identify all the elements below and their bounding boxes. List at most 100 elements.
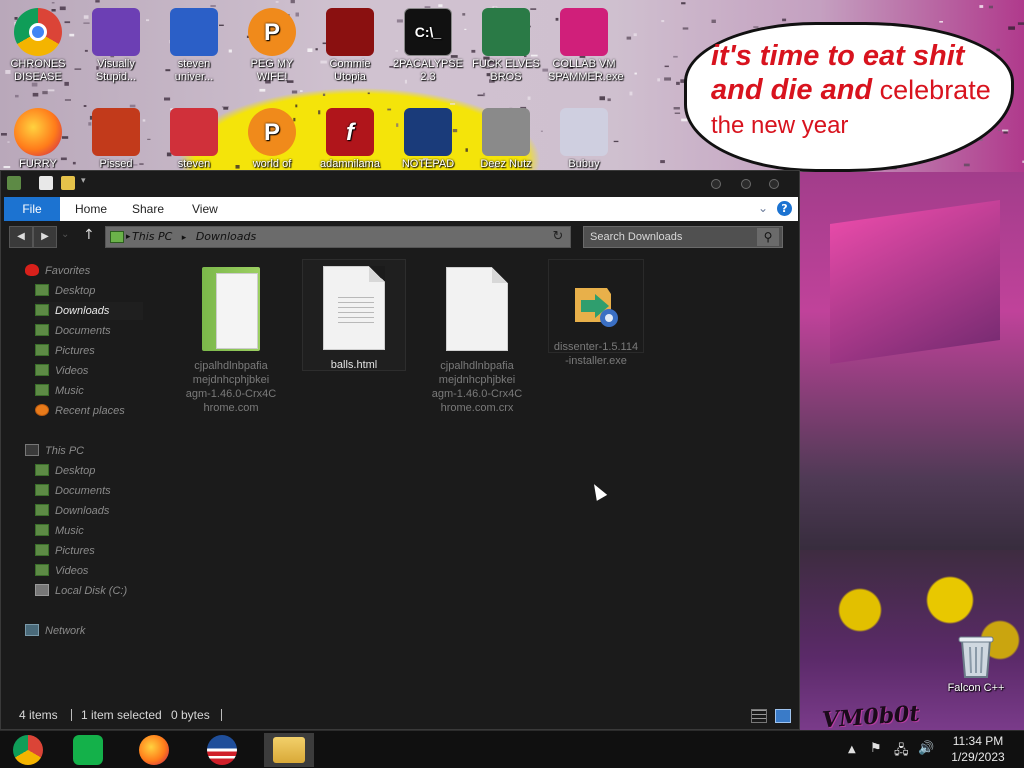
taskbar-app-notes[interactable] <box>62 733 114 767</box>
file-item[interactable]: balls.html <box>302 259 406 371</box>
maximize-button[interactable] <box>741 179 751 189</box>
tab-file[interactable]: File <box>4 197 60 221</box>
nav-label: Pictures <box>55 345 95 357</box>
desktop-icon[interactable]: P PEG MY WIFE! <box>236 8 308 84</box>
tab-share[interactable]: Share <box>132 197 164 221</box>
desktop-icon[interactable]: C:\_ 2PACALYPSE 2.3 <box>392 8 464 84</box>
visual-studio-icon <box>92 8 140 56</box>
recycle-bin[interactable]: Falcon C++ <box>940 632 1012 695</box>
desktop-icon[interactable]: FUCK ELVES BROS <box>470 8 542 84</box>
breadcrumb-chevron-icon[interactable]: ▸ <box>126 227 131 247</box>
forward-button[interactable]: ▶ <box>33 226 57 248</box>
new-folder-icon[interactable] <box>61 176 75 190</box>
desktop-icon[interactable]: Deez Nutz <box>470 108 542 170</box>
desktop-icon[interactable]: Pissed <box>80 108 152 170</box>
nav-thispc-videos[interactable]: Videos <box>35 562 143 580</box>
up-button[interactable]: ↑ <box>83 227 95 243</box>
taskbar-app-firefox[interactable] <box>128 733 180 767</box>
properties-icon[interactable] <box>39 176 53 190</box>
obama-logo-icon <box>207 735 237 765</box>
tab-home[interactable]: Home <box>75 197 107 221</box>
desktop-icon[interactable]: Bubuy <box>548 108 620 170</box>
desktop-icon-label: Bubuy <box>568 158 600 170</box>
flag-icon[interactable]: ⚑ <box>870 741 882 756</box>
nav-this-pc[interactable]: This PC <box>25 442 143 460</box>
desktop-icon-label: 2PACALYPSE 2.3 <box>393 58 463 83</box>
nav-thispc-music[interactable]: Music <box>35 522 143 540</box>
nav-favorites-music[interactable]: Music <box>35 382 143 400</box>
details-view-button[interactable] <box>751 709 767 723</box>
customize-quick-access-icon[interactable]: ▾ <box>81 176 86 186</box>
address-bar[interactable]: ▸ This PC ▸ Downloads ↻ <box>105 226 571 248</box>
file-name-line: mejdnhcphjbkei <box>438 374 516 386</box>
recent-locations-icon[interactable]: ⌄ <box>61 229 69 240</box>
help-icon[interactable]: ? <box>777 201 792 216</box>
desktop-icon[interactable]: Visually Stupid... <box>80 8 152 84</box>
nav-favorites-videos[interactable]: Videos <box>35 362 143 380</box>
desktop-icon[interactable]: COLLAB VM SPAMMER.exe <box>548 8 624 84</box>
back-button[interactable]: ◀ <box>9 226 33 248</box>
taskbar-app-obama[interactable] <box>196 733 248 767</box>
nav-network[interactable]: Network <box>25 622 143 640</box>
minimize-button[interactable] <box>711 179 721 189</box>
show-hidden-icons-icon[interactable]: ▲ <box>848 744 856 755</box>
recycle-bin-label: Falcon C++ <box>947 682 1005 694</box>
desktop-icon-label: Commie Utopia <box>329 58 371 83</box>
taskbar-app-file-explorer[interactable] <box>264 733 314 767</box>
confetti-piece <box>387 108 392 111</box>
confetti-piece <box>95 0 100 3</box>
desktop-icon-label: FURRY CUCKS <box>19 158 57 170</box>
desktop-icon[interactable]: NOTEPAD <box>392 108 464 170</box>
file-explorer-window[interactable]: ▾ File Home Share View ⌄ ? ◀ ▶ ⌄ ↑ ▸ Thi… <box>0 170 800 730</box>
search-box[interactable]: ⚲ <box>583 226 783 248</box>
confetti-piece <box>657 78 660 82</box>
desktop-icon[interactable]: CHRONES DISEASE <box>2 8 74 84</box>
nav-favorites[interactable]: Favorites <box>25 262 143 280</box>
file-item[interactable]: cjpalhdlnbpafia mejdnhcphjbkei agm-1.46.0-… <box>425 261 529 415</box>
confetti-piece <box>47 89 55 92</box>
nav-thispc-desktop[interactable]: Desktop <box>35 462 143 480</box>
nav-thispc-documents[interactable]: Documents <box>35 482 143 500</box>
file-name-line: hrome.com <box>203 402 259 414</box>
search-icon[interactable]: ⚲ <box>757 228 779 246</box>
desktop-icon[interactable]: FURRY CUCKS <box>2 108 74 170</box>
desktop-icon-label: COLLAB VM SPAMMER.exe <box>548 58 624 83</box>
nav-favorites-documents[interactable]: Documents <box>35 322 143 340</box>
nav-thispc-downloads[interactable]: Downloads <box>35 502 143 520</box>
close-button[interactable] <box>769 179 779 189</box>
folder-icon <box>35 344 49 356</box>
tab-view[interactable]: View <box>192 197 218 221</box>
desktop-icon-label: PEG MY WIFE! <box>250 58 294 83</box>
confetti-piece <box>634 72 637 75</box>
expand-ribbon-icon[interactable]: ⌄ <box>758 201 768 215</box>
title-bar[interactable]: ▾ <box>1 171 799 197</box>
refresh-icon[interactable]: ↻ <box>548 228 568 246</box>
volume-icon[interactable]: 🔊 <box>918 741 934 756</box>
desktop-icon[interactable]: f adamnilama <box>314 108 386 170</box>
nav-favorites-desktop[interactable]: Desktop <box>35 282 143 300</box>
file-item[interactable]: dissenter-1.5.114 -installer.exe <box>548 259 644 367</box>
desktop-icon-label: Visually Stupid... <box>95 58 137 83</box>
taskbar-app-chrome[interactable] <box>2 733 54 767</box>
nav-thispc-pictures[interactable]: Pictures <box>35 542 143 560</box>
breadcrumb-this-pc[interactable]: This PC <box>132 230 172 243</box>
desktop-icon[interactable]: steven univer... <box>158 8 230 84</box>
desktop-icon[interactable]: Commie Utopia <box>314 8 386 84</box>
file-item[interactable]: cjpalhdlnbpafia mejdnhcphjbkei agm-1.46.0-… <box>179 261 283 415</box>
chrome-icon <box>13 735 43 765</box>
network-icon[interactable]: 🖧 <box>894 741 909 763</box>
confetti-piece <box>307 48 313 52</box>
nav-favorites-recent-places[interactable]: Recent places <box>35 402 143 420</box>
nav-favorites-pictures[interactable]: Pictures <box>35 342 143 360</box>
search-input[interactable] <box>590 228 750 246</box>
desktop-icon[interactable]: steven <box>158 108 230 170</box>
breadcrumb-downloads[interactable]: Downloads <box>196 230 256 243</box>
breadcrumb-chevron-icon[interactable]: ▸ <box>182 233 187 243</box>
nav-favorites-downloads[interactable]: Downloads <box>35 302 143 320</box>
nav-thispc-local-disk-c-[interactable]: Local Disk (C:) <box>35 582 143 600</box>
clock[interactable]: 11:34 PM 1/29/2023 <box>940 733 1016 765</box>
desktop-icon[interactable]: Pworld of <box>236 108 308 170</box>
folder-icon <box>35 464 49 476</box>
large-icons-view-button[interactable] <box>775 709 791 723</box>
confetti-piece <box>259 88 266 92</box>
